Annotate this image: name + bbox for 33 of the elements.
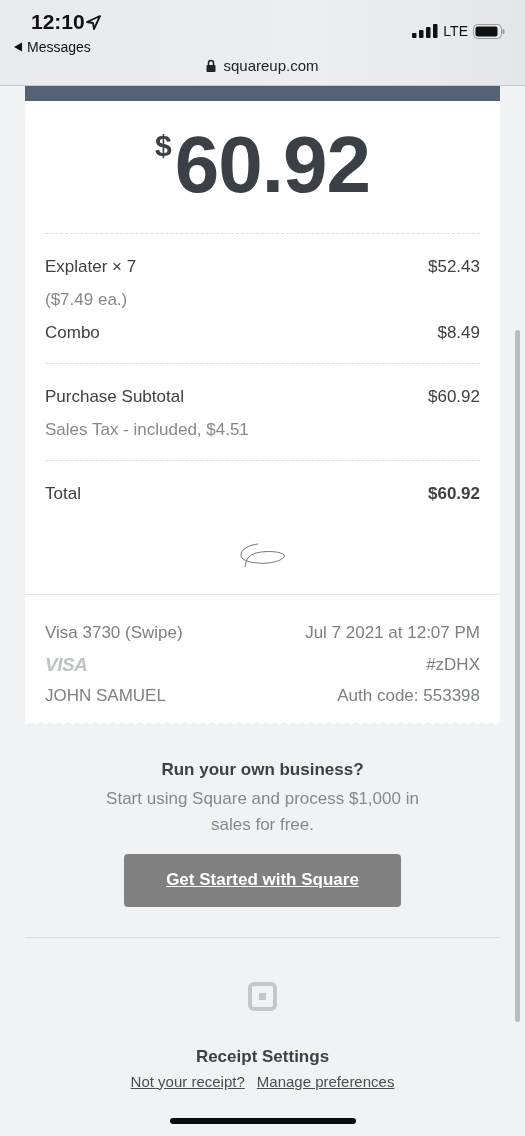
page-url[interactable]: squareup.com [223,57,319,74]
transaction-date: Jul 7 2021 at 12:07 PM [305,622,480,644]
unit-price-note: ($7.49 ea.) [45,289,129,311]
network-label: LTE [443,23,468,39]
total-label: Total [45,483,81,505]
signal-icon [412,24,439,38]
cardholder-name: JOHN SAMUEL [45,685,167,707]
card-info: Visa 3730 (Swipe) [45,622,184,644]
item-price: $52.43 [428,256,480,278]
item-price: $8.49 [437,322,480,344]
signature-drawing [237,542,288,568]
footer-link[interactable]: Manage preferences [256,1072,395,1090]
footer-link[interactable]: Not your receipt? [130,1072,245,1090]
receipt-number: #zDHX [425,653,480,676]
get-started-button[interactable]: Get Started with Square [124,853,401,907]
promo-heading: Run your own business? [161,758,364,781]
square-logo-icon [248,981,277,1011]
total-value: $60.92 [428,483,480,505]
back-arrow-icon [13,42,23,52]
tax-note: Sales Tax - included, $4.51 [45,419,250,441]
promo-text: Start using Square and process $1,000 in sales for free. [105,787,420,836]
clock-time: 12:10 [31,10,85,34]
subtotal-label: Purchase Subtotal [45,386,184,408]
battery-icon [473,23,505,39]
auth-code: Auth code: 553398 [336,685,480,707]
item-name: Explater × 7 [45,256,137,278]
back-to-messages-link[interactable]: Messages [13,39,91,55]
subtotal-value: $60.92 [428,386,480,408]
receipt-settings-heading: Receipt Settings [195,1046,330,1067]
item-name: Combo [45,322,100,344]
location-arrow-icon [86,15,101,30]
card-brand-logo: VISA [45,652,88,677]
lock-icon [206,59,217,72]
